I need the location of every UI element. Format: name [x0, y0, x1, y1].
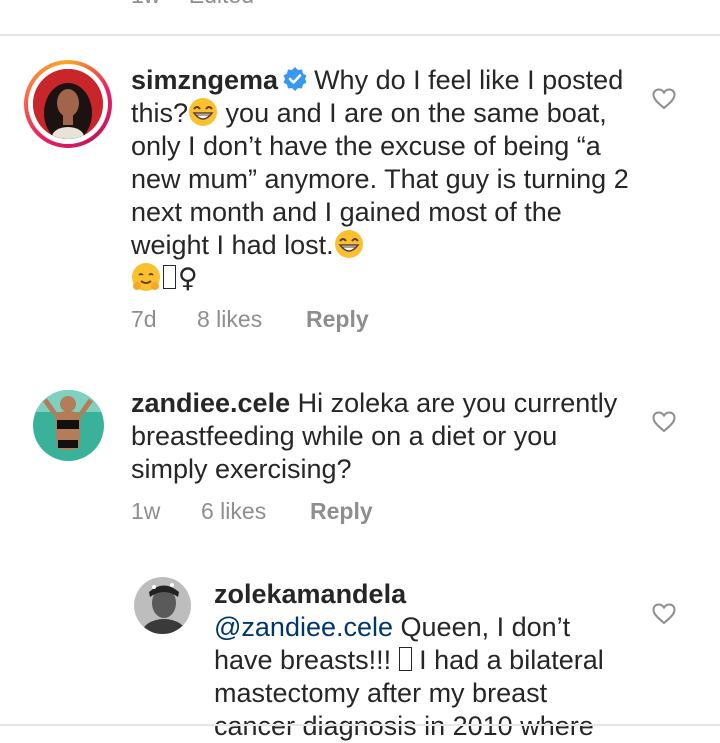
previous-comment-edited: Edited	[189, 0, 254, 8]
divider	[0, 34, 720, 36]
avatar-image	[134, 577, 191, 634]
bottom-divider	[0, 724, 720, 726]
comment-meta: 1w 6 likes Reply	[131, 498, 373, 525]
comment-likes[interactable]: 6 likes	[201, 498, 310, 525]
missing-glyph	[163, 265, 176, 289]
verified-badge-icon	[283, 67, 307, 91]
mention-link[interactable]: @zandiee.cele	[214, 612, 393, 642]
previous-comment-meta: 1w Edited	[131, 0, 276, 9]
missing-glyph	[398, 647, 412, 671]
avatar-image	[33, 390, 104, 461]
heart-outline-icon[interactable]	[652, 411, 676, 433]
avatar-zolekamandela[interactable]	[134, 577, 191, 634]
heart-outline-icon[interactable]	[652, 603, 676, 625]
comment-meta: 7d 8 likes Reply	[131, 306, 369, 333]
avatar-simzngema[interactable]	[33, 69, 103, 139]
comment-time[interactable]: 1w	[131, 498, 201, 525]
grinning-face-emoji	[334, 230, 363, 258]
comment-likes[interactable]: 8 likes	[197, 306, 306, 333]
comment-username[interactable]: zolekamandela	[214, 579, 406, 609]
comment-text: zolekamandela @zandiee.cele Queen, I don’…	[214, 578, 634, 743]
avatar-zandiee-cele[interactable]	[33, 390, 104, 461]
smiling-face-emoji	[132, 263, 160, 291]
grinning-face-emoji	[189, 98, 218, 126]
comment-text: zandiee.cele Hi zoleka are you currently…	[131, 387, 631, 486]
previous-comment-time: 1w	[131, 0, 160, 8]
comment-text-part-3: ♀	[178, 263, 198, 294]
comment-time[interactable]: 7d	[131, 306, 197, 333]
comment-username[interactable]: zandiee.cele	[131, 388, 290, 418]
comment-text: simzngema Why do I feel like I posted thi…	[131, 64, 631, 295]
avatar-image	[33, 69, 103, 139]
reply-button[interactable]: Reply	[306, 306, 369, 333]
reply-button[interactable]: Reply	[310, 498, 373, 525]
heart-outline-icon[interactable]	[652, 88, 676, 110]
comment-username[interactable]: simzngema	[131, 65, 278, 95]
